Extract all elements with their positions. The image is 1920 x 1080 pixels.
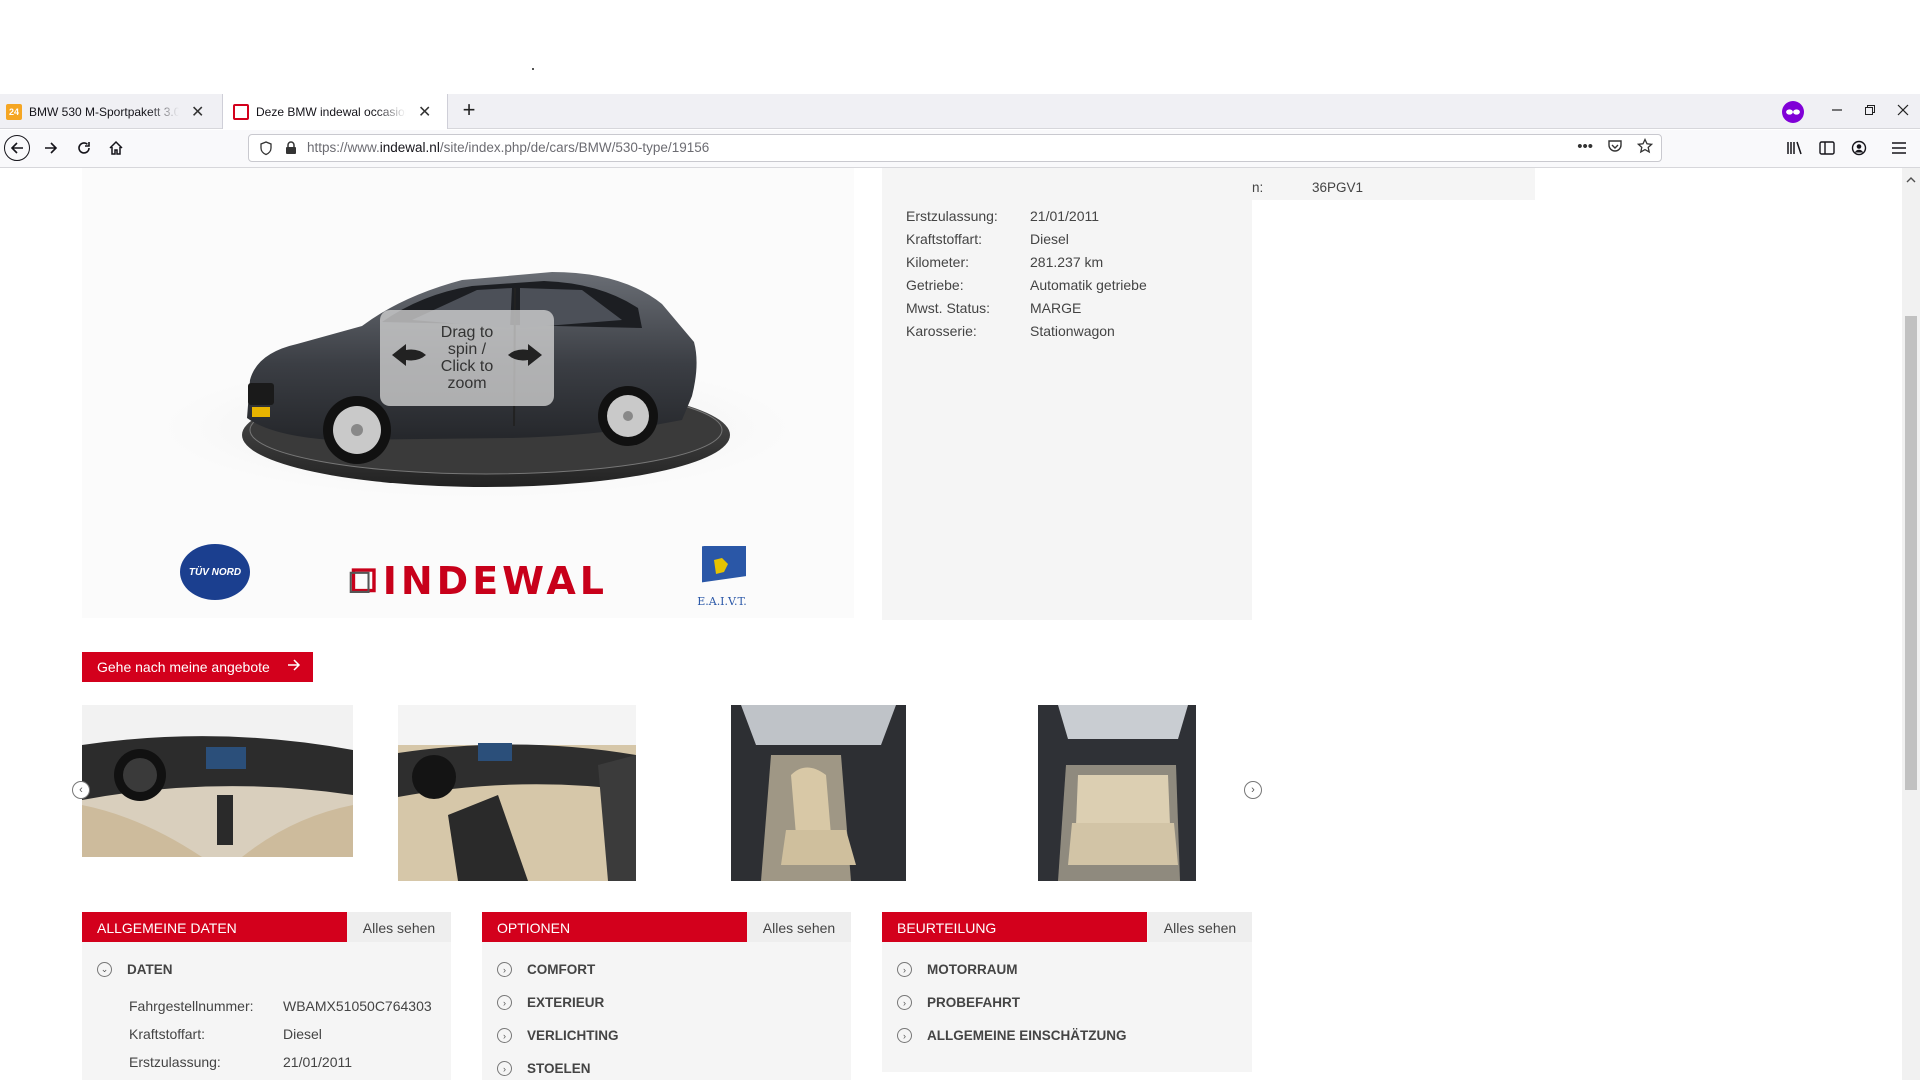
kenzeichen-value: 36PGV1 xyxy=(1312,180,1364,195)
back-button[interactable] xyxy=(4,135,30,161)
close-window-icon[interactable] xyxy=(1886,96,1920,124)
restore-icon[interactable] xyxy=(1853,96,1887,124)
data-row: Erstzulassung: 21/01/2011 xyxy=(129,1054,353,1070)
thumbnail-rear-seat[interactable] xyxy=(1038,705,1196,881)
item-probefahrt[interactable]: › PROBEFAHRT xyxy=(897,995,1020,1010)
pocket-icon[interactable] xyxy=(1607,138,1623,158)
detail-row: Getriebe: Automatik getriebe xyxy=(906,277,1147,293)
section-label: DATEN xyxy=(127,962,173,977)
new-tab-button[interactable]: + xyxy=(455,96,483,124)
panel-title: BEURTEILUNG xyxy=(882,912,1147,942)
chevron-right-icon: › xyxy=(497,995,512,1010)
indewal-logo-text: INDEWAL xyxy=(382,559,608,603)
optionen-panel: OPTIONEN Alles sehen › COMFORT › EXTERIEUR… xyxy=(482,912,851,1080)
panel-title: OPTIONEN xyxy=(482,912,747,942)
bookmark-star-icon[interactable] xyxy=(1636,137,1654,158)
close-tab-icon[interactable]: ✕ xyxy=(418,102,431,122)
panel-title: ALLGEMEINE DATEN xyxy=(82,912,347,942)
thumbnail-front-seat[interactable] xyxy=(731,705,906,881)
drag-spin-hint: Drag to spin / Click to zoom xyxy=(380,310,554,406)
vehicle-details-panel: Erstzulassung: 21/01/2011 Kraftstoffart: D… xyxy=(882,168,1252,620)
tuv-logo-text: TÜV NORD xyxy=(188,566,242,578)
carousel-next-button[interactable]: › xyxy=(1244,781,1262,799)
tab-bmw-530[interactable]: 24 BMW 530 M-Sportpakett 3.0 Tc ✕ xyxy=(0,94,222,129)
daten-toggle[interactable]: ⌄ DATEN xyxy=(97,962,173,977)
option-stoelen[interactable]: › STOELEN xyxy=(497,1061,591,1076)
indewal-favicon-icon xyxy=(233,103,249,120)
option-exterieur[interactable]: › EXTERIEUR xyxy=(497,995,604,1010)
alles-sehen-link[interactable]: Alles sehen xyxy=(1148,912,1252,942)
tab-title: Deze BMW indewal occasion is xyxy=(256,104,406,119)
hint-line: zoom xyxy=(447,375,487,392)
minimize-icon[interactable] xyxy=(1820,96,1854,124)
chevron-right-icon: › xyxy=(897,962,912,977)
beurteilung-panel: BEURTEILUNG Alles sehen › MOTORRAUM › PROB… xyxy=(882,912,1252,1072)
sidebar-icon[interactable] xyxy=(1812,133,1842,163)
stray-dot xyxy=(532,68,534,70)
chevron-right-icon: › xyxy=(497,1061,512,1076)
account-icon[interactable] xyxy=(1844,133,1874,163)
data-row: Kraftstoffart: Diesel xyxy=(129,1026,322,1042)
chevron-right-icon: › xyxy=(497,962,512,977)
address-bar[interactable]: https://www.indewal.nl/site/index.php/de… xyxy=(248,134,1662,162)
indewal-logo: INDEWAL xyxy=(348,559,608,603)
alles-sehen-link[interactable]: Alles sehen xyxy=(347,912,451,942)
detail-row: Erstzulassung: 21/01/2011 xyxy=(906,208,1100,224)
allgemeine-daten-panel: ALLGEMEINE DATEN Alles sehen ⌄ DATEN Fah… xyxy=(82,912,451,1080)
data-row: Fahrgestellnummer: WBAMX51050C764303 xyxy=(129,998,432,1014)
chevron-right-icon: › xyxy=(897,1028,912,1043)
chevron-down-icon: ⌄ xyxy=(97,962,112,977)
eaivt-logo: E.A.I.V.T. xyxy=(690,540,754,610)
chevron-right-icon: › xyxy=(497,1028,512,1043)
site-24-favicon-icon: 24 xyxy=(6,103,22,120)
url-text[interactable]: https://www.indewal.nl/site/index.php/de… xyxy=(307,140,709,155)
scroll-up-icon[interactable] xyxy=(1904,172,1918,190)
offers-button[interactable]: Gehe nach meine angebote xyxy=(82,652,313,682)
detail-row: Karosserie: Stationwagon xyxy=(906,323,1115,339)
close-tab-icon[interactable]: ✕ xyxy=(191,102,204,122)
detail-row: Kraftstoffart: Diesel xyxy=(906,231,1069,247)
home-button[interactable] xyxy=(101,133,131,163)
detail-row: Kilometer: 281.237 km xyxy=(906,254,1104,270)
thumbnail-interior-front[interactable] xyxy=(398,705,636,881)
lock-icon[interactable] xyxy=(285,141,297,160)
item-allgemeine-einschaetzung[interactable]: › ALLGEMEINE EINSCHÄTZUNG xyxy=(897,1028,1127,1043)
page-actions-icon[interactable]: ••• xyxy=(1577,138,1593,158)
eaivt-logo-text: E.A.I.V.T. xyxy=(697,595,747,608)
detail-row: Mwst. Status: MARGE xyxy=(906,300,1082,316)
item-motorraum[interactable]: › MOTORRAUM xyxy=(897,962,1018,977)
tab-title: BMW 530 M-Sportpakett 3.0 Tc xyxy=(29,104,179,119)
alles-sehen-link[interactable]: Alles sehen xyxy=(747,912,851,942)
offers-button-label: Gehe nach meine angebote xyxy=(97,659,270,675)
tab-bar: 24 BMW 530 M-Sportpakett 3.0 Tc ✕ Deze B… xyxy=(0,94,1920,129)
car-360-viewer[interactable]: Drag to spin / Click to zoom TÜV NORD IN… xyxy=(82,168,854,618)
tab-indewal[interactable]: Deze BMW indewal occasion is ✕ xyxy=(222,94,448,129)
chevron-left-icon: ‹ xyxy=(79,784,83,796)
tuv-nord-logo: TÜV NORD xyxy=(180,544,250,600)
chevron-right-icon: › xyxy=(897,995,912,1010)
option-verlichting[interactable]: › VERLICHTING xyxy=(497,1028,619,1043)
private-browsing-mask-icon xyxy=(1782,101,1804,123)
option-comfort[interactable]: › COMFORT xyxy=(497,962,595,977)
reload-button[interactable] xyxy=(69,133,99,163)
spin-arrows-icon xyxy=(392,344,542,366)
chevron-right-icon: › xyxy=(1251,784,1255,796)
arrow-right-icon xyxy=(287,658,301,676)
tracking-shield-icon[interactable] xyxy=(259,141,273,161)
thumbnail-dashboard[interactable] xyxy=(82,705,353,857)
scrollbar-thumb[interactable] xyxy=(1905,316,1917,790)
carousel-prev-button[interactable]: ‹ xyxy=(72,781,90,799)
library-icon[interactable] xyxy=(1780,133,1810,163)
menu-hamburger-icon[interactable] xyxy=(1884,133,1914,163)
indewal-mark-icon xyxy=(349,568,376,593)
forward-button[interactable] xyxy=(36,133,66,163)
